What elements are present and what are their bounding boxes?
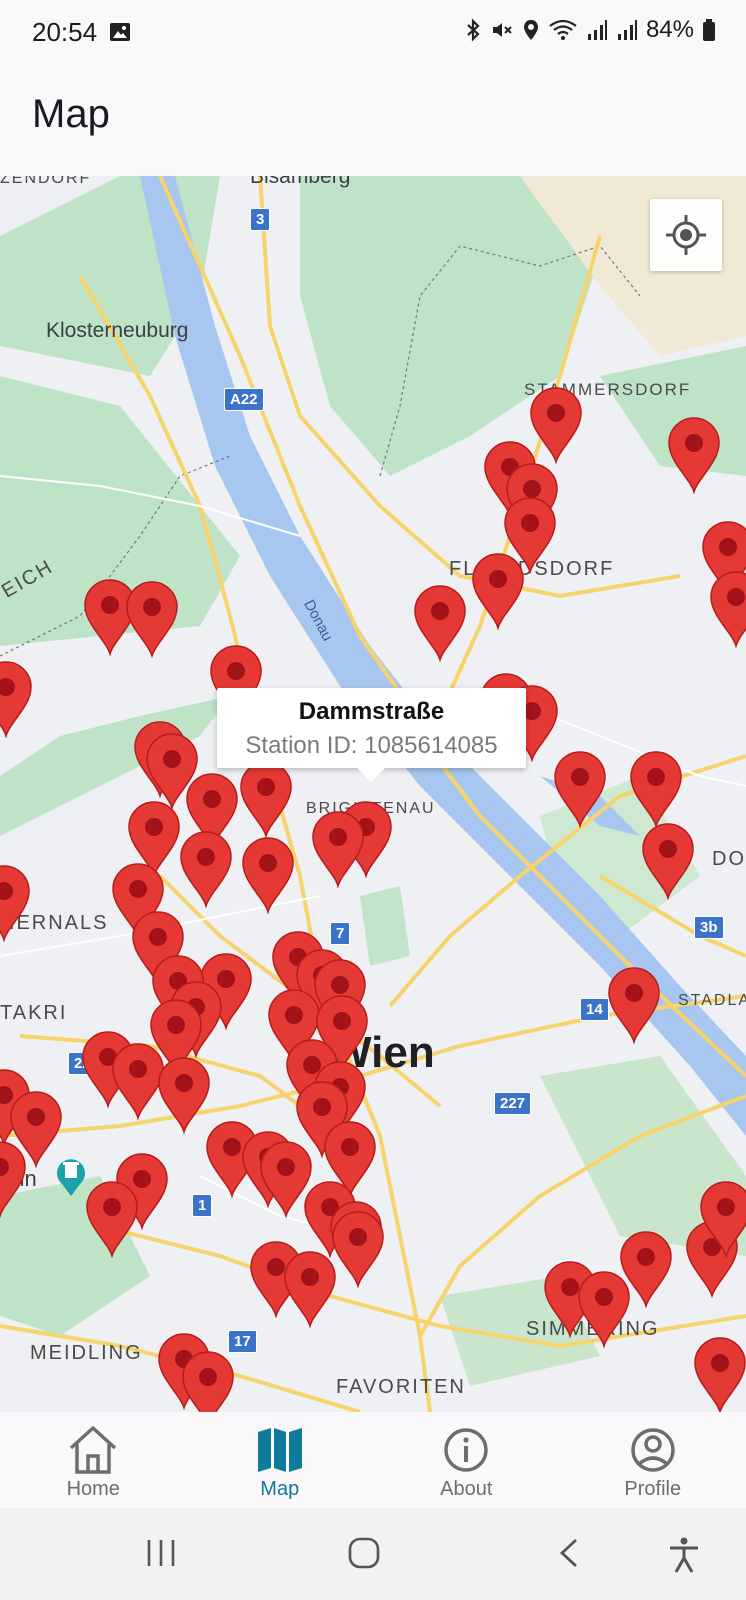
map-label-favoriten: FAVORITEN bbox=[336, 1376, 466, 1398]
image-icon bbox=[110, 23, 130, 41]
road-shield: 3 bbox=[250, 208, 271, 231]
profile-icon bbox=[631, 1428, 675, 1472]
road-shield: 7 bbox=[330, 922, 351, 945]
wifi-icon bbox=[549, 19, 577, 40]
nav-label-home: Home bbox=[66, 1478, 120, 1500]
station-marker[interactable] bbox=[0, 1140, 29, 1218]
station-marker[interactable] bbox=[237, 760, 295, 838]
map-label-meidling: MEIDLING bbox=[30, 1342, 143, 1364]
station-marker[interactable] bbox=[239, 836, 297, 914]
station-name: Dammstraße bbox=[298, 698, 445, 725]
station-marker[interactable] bbox=[0, 864, 33, 942]
station-marker[interactable] bbox=[551, 750, 609, 828]
signal-icon bbox=[617, 20, 637, 40]
page-title: Map bbox=[32, 92, 110, 136]
station-marker[interactable] bbox=[639, 822, 697, 900]
road-shield: A22 bbox=[224, 388, 264, 411]
accessibility-icon[interactable] bbox=[666, 1536, 702, 1574]
station-marker[interactable] bbox=[83, 1180, 141, 1258]
station-marker[interactable] bbox=[179, 1350, 237, 1412]
crosshair-icon bbox=[666, 215, 706, 255]
signal-icon bbox=[587, 20, 607, 40]
battery-percent: 84% bbox=[645, 16, 694, 43]
home-icon bbox=[70, 1426, 117, 1474]
station-marker[interactable] bbox=[469, 552, 527, 630]
battery-icon bbox=[703, 19, 715, 41]
station-marker[interactable] bbox=[309, 810, 367, 888]
location-icon bbox=[523, 20, 538, 40]
station-marker[interactable] bbox=[665, 416, 723, 494]
my-location-button[interactable] bbox=[650, 199, 722, 271]
app-bar: Map bbox=[0, 70, 746, 176]
nav-label-map: Map bbox=[260, 1478, 300, 1500]
map-label-ottakring: TAKRI bbox=[0, 1002, 68, 1024]
nav-item-map[interactable]: Map bbox=[187, 1412, 374, 1508]
map-label-bisamberg: Bisamberg bbox=[250, 176, 351, 188]
recent-apps-icon[interactable] bbox=[145, 1536, 177, 1570]
station-marker[interactable] bbox=[627, 750, 685, 828]
bottom-navigation: Home Map About Profile bbox=[0, 1412, 746, 1508]
back-icon[interactable] bbox=[556, 1536, 584, 1570]
station-info-window[interactable]: Dammstraße Station ID: 1085614085 bbox=[217, 688, 526, 782]
nav-label-profile: Profile bbox=[624, 1478, 682, 1500]
station-marker[interactable] bbox=[411, 584, 469, 662]
home-circle-icon[interactable] bbox=[347, 1536, 381, 1570]
nav-item-about[interactable]: About bbox=[373, 1412, 560, 1508]
station-id: Station ID: 1085614085 bbox=[245, 732, 498, 759]
road-shield: 227 bbox=[494, 1092, 532, 1115]
nav-item-profile[interactable]: Profile bbox=[560, 1412, 746, 1508]
station-marker[interactable] bbox=[575, 1270, 633, 1348]
station-marker[interactable] bbox=[605, 966, 663, 1044]
map-label-do: DO bbox=[712, 848, 746, 870]
station-marker[interactable] bbox=[697, 1180, 746, 1258]
station-marker[interactable] bbox=[0, 660, 35, 738]
status-icons: 84% bbox=[464, 16, 716, 44]
station-marker[interactable] bbox=[707, 570, 746, 648]
status-time: 20:54 bbox=[32, 17, 98, 47]
map-view[interactable]: ZENDORF Bisamberg Klosterneuburg STAMMER… bbox=[0, 176, 746, 1412]
bluetooth-icon bbox=[467, 18, 480, 42]
road-shield: 3b bbox=[694, 916, 724, 939]
vibrate-off-icon bbox=[492, 23, 512, 37]
station-marker[interactable] bbox=[281, 1250, 339, 1328]
status-bar: 20:54 84% bbox=[0, 0, 746, 70]
map-label-zendorf: ZENDORF bbox=[0, 176, 92, 187]
station-marker[interactable] bbox=[123, 580, 181, 658]
map-icon bbox=[257, 1428, 302, 1472]
nav-label-about: About bbox=[440, 1478, 493, 1500]
nav-item-home[interactable]: Home bbox=[0, 1412, 187, 1508]
info-icon bbox=[444, 1428, 488, 1472]
station-marker[interactable] bbox=[177, 830, 235, 908]
station-marker[interactable] bbox=[691, 1336, 746, 1412]
system-navigation-bar bbox=[0, 1508, 746, 1600]
map-label-stadlau: STADLA bbox=[678, 992, 746, 1009]
map-label-klosterneuburg: Klosterneuburg bbox=[46, 319, 189, 342]
